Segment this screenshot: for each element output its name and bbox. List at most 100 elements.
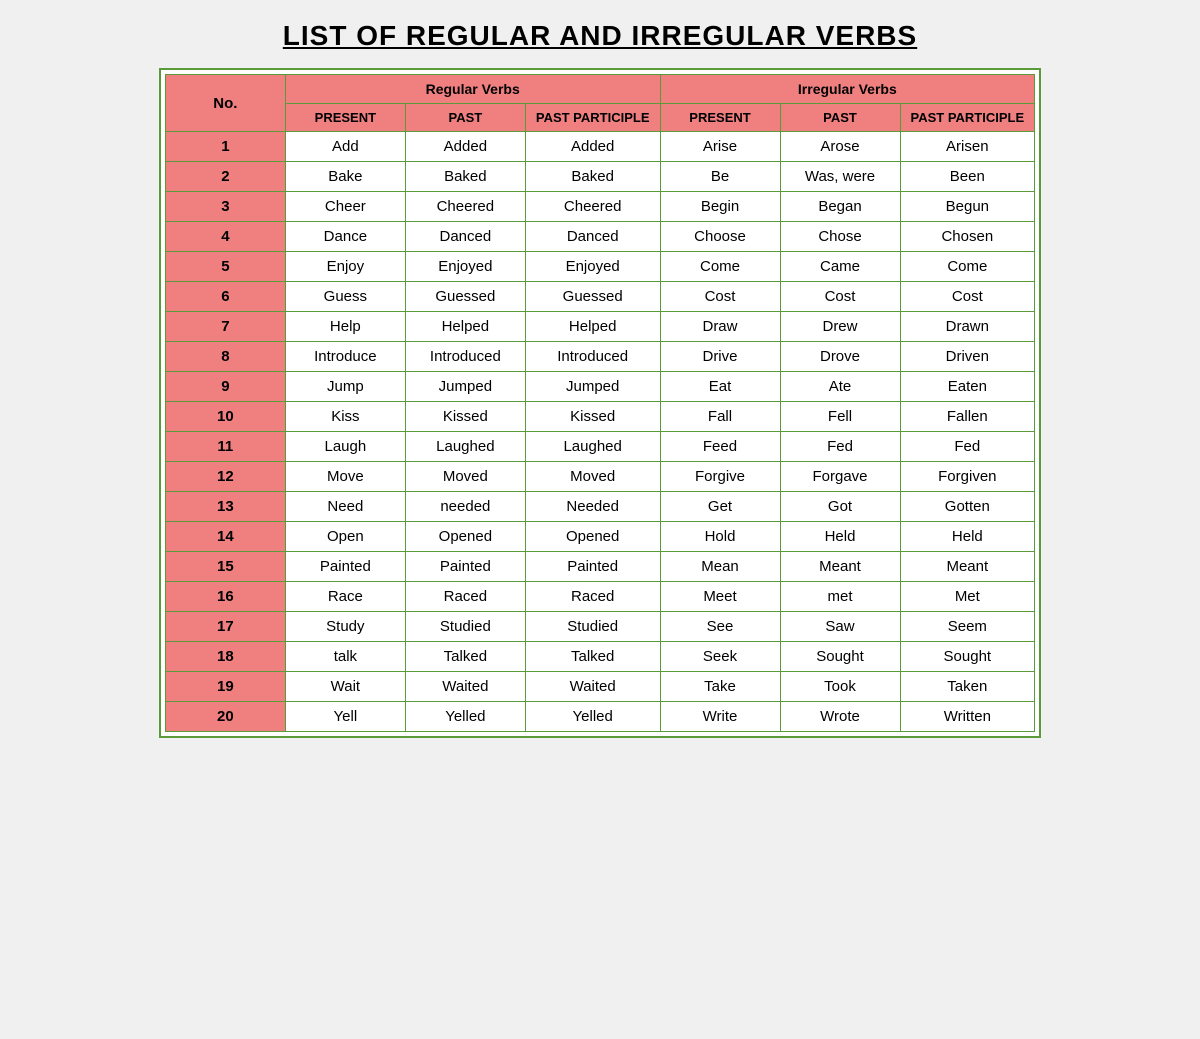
irr-past: Forgave — [780, 462, 900, 492]
irr-past: Fell — [780, 402, 900, 432]
table-row: 3CheerCheeredCheeredBeginBeganBegun — [165, 192, 1034, 222]
irr-present-header: PRESENT — [660, 104, 780, 132]
irr-past: Got — [780, 492, 900, 522]
table-row: 9JumpJumpedJumpedEatAteEaten — [165, 372, 1034, 402]
row-number: 14 — [165, 522, 285, 552]
irr-past-part: Gotten — [900, 492, 1035, 522]
reg-past: Jumped — [405, 372, 525, 402]
reg-past-part: Cheered — [525, 192, 660, 222]
page-title: LIST OF REGULAR AND IRREGULAR VERBS — [283, 20, 917, 52]
irr-past: Arose — [780, 132, 900, 162]
irr-present: Cost — [660, 282, 780, 312]
reg-present: Painted — [285, 552, 405, 582]
irr-present: Meet — [660, 582, 780, 612]
irr-past: Sought — [780, 642, 900, 672]
irr-past: Drew — [780, 312, 900, 342]
reg-present: Jump — [285, 372, 405, 402]
reg-present: Yell — [285, 702, 405, 732]
reg-past-part: Studied — [525, 612, 660, 642]
irr-past-part: Written — [900, 702, 1035, 732]
row-number: 19 — [165, 672, 285, 702]
reg-past: Danced — [405, 222, 525, 252]
reg-past: Painted — [405, 552, 525, 582]
reg-present: Need — [285, 492, 405, 522]
table-row: 10KissKissedKissedFallFellFallen — [165, 402, 1034, 432]
reg-past-part: Added — [525, 132, 660, 162]
reg-past-part: Waited — [525, 672, 660, 702]
irr-past-part: Begun — [900, 192, 1035, 222]
irr-present: Arise — [660, 132, 780, 162]
reg-past-part: Yelled — [525, 702, 660, 732]
reg-present-header: PRESENT — [285, 104, 405, 132]
row-number: 5 — [165, 252, 285, 282]
table-row: 16RaceRacedRacedMeetmetMet — [165, 582, 1034, 612]
irr-past: Began — [780, 192, 900, 222]
irr-past-part: Fed — [900, 432, 1035, 462]
table-row: 8IntroduceIntroducedIntroducedDriveDrove… — [165, 342, 1034, 372]
irr-present: Come — [660, 252, 780, 282]
irr-past-part: Held — [900, 522, 1035, 552]
irr-past-part: Sought — [900, 642, 1035, 672]
irr-present: Fall — [660, 402, 780, 432]
reg-present: Kiss — [285, 402, 405, 432]
irr-past: Chose — [780, 222, 900, 252]
table-row: 2BakeBakedBakedBeWas, wereBeen — [165, 162, 1034, 192]
reg-present: Enjoy — [285, 252, 405, 282]
row-number: 18 — [165, 642, 285, 672]
reg-past: Talked — [405, 642, 525, 672]
row-number: 11 — [165, 432, 285, 462]
reg-present: Move — [285, 462, 405, 492]
irr-past-part: Met — [900, 582, 1035, 612]
irr-present: Eat — [660, 372, 780, 402]
reg-present: Dance — [285, 222, 405, 252]
row-number: 16 — [165, 582, 285, 612]
reg-present: Open — [285, 522, 405, 552]
reg-present: Introduce — [285, 342, 405, 372]
table-row: 12MoveMovedMovedForgiveForgaveForgiven — [165, 462, 1034, 492]
reg-past: Introduced — [405, 342, 525, 372]
irr-past: Held — [780, 522, 900, 552]
irr-past: Was, were — [780, 162, 900, 192]
irr-past: met — [780, 582, 900, 612]
reg-past-part: Moved — [525, 462, 660, 492]
table-row: 1AddAddedAddedAriseAroseArisen — [165, 132, 1034, 162]
reg-present: Wait — [285, 672, 405, 702]
row-number: 4 — [165, 222, 285, 252]
row-number: 13 — [165, 492, 285, 522]
irr-present: Mean — [660, 552, 780, 582]
row-number: 17 — [165, 612, 285, 642]
irr-present: Choose — [660, 222, 780, 252]
irr-present: Hold — [660, 522, 780, 552]
irr-past-part-header: PAST PARTICIPLE — [900, 104, 1035, 132]
table-row: 7HelpHelpedHelpedDrawDrewDrawn — [165, 312, 1034, 342]
row-number: 9 — [165, 372, 285, 402]
reg-past-header: PAST — [405, 104, 525, 132]
irr-past: Came — [780, 252, 900, 282]
irregular-verbs-header: Irregular Verbs — [660, 75, 1035, 104]
row-number: 6 — [165, 282, 285, 312]
reg-past-part-header: PAST PARTICIPLE — [525, 104, 660, 132]
reg-past-part: Guessed — [525, 282, 660, 312]
irr-present: Take — [660, 672, 780, 702]
reg-past: Yelled — [405, 702, 525, 732]
irr-past-part: Fallen — [900, 402, 1035, 432]
reg-present: Study — [285, 612, 405, 642]
irr-past-part: Meant — [900, 552, 1035, 582]
reg-past-part: Baked — [525, 162, 660, 192]
reg-present: talk — [285, 642, 405, 672]
reg-past: Kissed — [405, 402, 525, 432]
row-number: 1 — [165, 132, 285, 162]
table-row: 19WaitWaitedWaitedTakeTookTaken — [165, 672, 1034, 702]
irr-past-part: Driven — [900, 342, 1035, 372]
reg-past: Added — [405, 132, 525, 162]
table-row: 18talkTalkedTalkedSeekSoughtSought — [165, 642, 1034, 672]
row-number: 15 — [165, 552, 285, 582]
reg-past-part: Danced — [525, 222, 660, 252]
irr-present: Seek — [660, 642, 780, 672]
reg-past: Raced — [405, 582, 525, 612]
irr-present: Be — [660, 162, 780, 192]
row-number: 2 — [165, 162, 285, 192]
irr-past-part: Forgiven — [900, 462, 1035, 492]
irr-past-part: Chosen — [900, 222, 1035, 252]
reg-present: Bake — [285, 162, 405, 192]
